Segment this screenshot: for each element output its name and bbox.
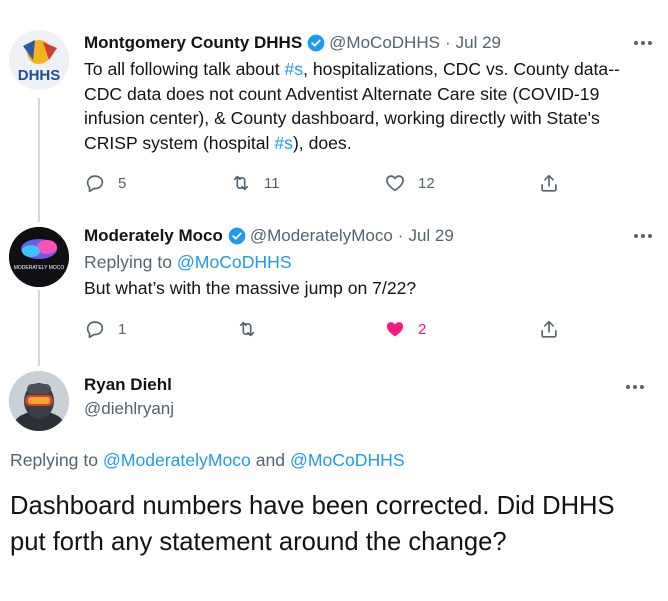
more-icon[interactable] [624, 380, 646, 394]
author-handle[interactable]: @diehlryanj [84, 399, 174, 419]
avatar[interactable] [9, 371, 69, 431]
replying-to: Replying to @ModeratelyMoco and @MoCoDHH… [10, 450, 405, 470]
main-tweet: Ryan Diehl @diehlryanj Replying to @Mode… [0, 0, 668, 601]
tweet-text: Dashboard numbers have been corrected. D… [10, 492, 615, 556]
mention-link[interactable]: @MoCoDHHS [290, 450, 405, 470]
author-name[interactable]: Ryan Diehl [84, 375, 172, 395]
mention-link[interactable]: @ModeratelyMoco [103, 450, 251, 470]
